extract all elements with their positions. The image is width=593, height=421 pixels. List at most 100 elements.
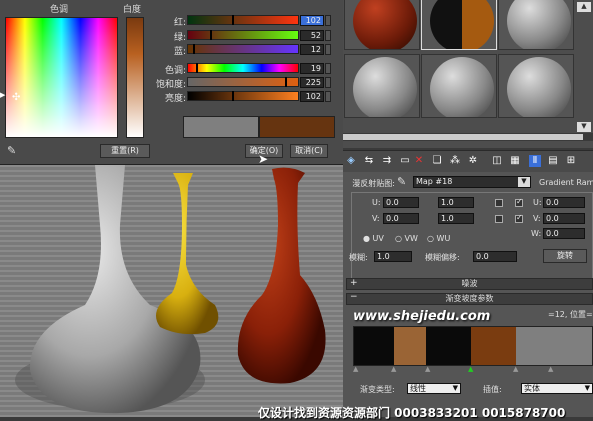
put-to-scene-icon[interactable]: ⇆ <box>363 155 375 167</box>
assign-icon[interactable]: ⇉ <box>381 155 393 167</box>
collapse-gradient-icon: − <box>350 292 358 302</box>
w-angle-field[interactable]: 0.0 <box>543 228 585 239</box>
u-offset-field[interactable]: 0.0 <box>383 197 419 208</box>
blur-label: 模糊: <box>349 253 368 262</box>
value-slider[interactable] <box>187 91 299 101</box>
material-slot-1[interactable] <box>344 0 420 50</box>
slider-label-green: 绿: <box>173 33 186 43</box>
w-label: W: <box>531 229 542 238</box>
eyedropper-icon[interactable]: ✎ <box>7 144 16 157</box>
v-tiling-field[interactable]: 1.0 <box>438 213 474 224</box>
crosshair-icon: ✣ <box>12 92 21 103</box>
show-end-result-icon[interactable]: Ⅱ <box>529 155 541 167</box>
reset-map-icon[interactable]: ✕ <box>413 155 425 167</box>
radio-vw[interactable]: ○ VW <box>395 234 418 243</box>
radio-wu[interactable]: ○ WU <box>427 234 450 243</box>
put-library-icon[interactable]: ✲ <box>467 155 479 167</box>
hue-slider[interactable] <box>187 63 299 73</box>
u-angle-field[interactable]: 0.0 <box>543 197 585 208</box>
radio-uv[interactable]: ● UV <box>363 234 384 243</box>
mouse-cursor-icon: ➤ <box>258 152 269 166</box>
saturation-slider[interactable] <box>187 77 299 87</box>
gradient-flags[interactable]: ▲ ▲ ▲ ▲ ▲ ▲ <box>353 365 593 373</box>
scroll-down-icon[interactable]: ▼ <box>577 122 591 132</box>
blue-spinner[interactable] <box>325 44 331 55</box>
reset-button[interactable]: 重置(R) <box>100 144 150 158</box>
u-label: U: <box>372 198 381 207</box>
red-value[interactable]: 102 <box>300 15 324 26</box>
red-vase <box>237 167 326 384</box>
blur-field[interactable]: 1.0 <box>374 251 412 262</box>
hue-saturation-field[interactable]: ✣ <box>5 17 118 138</box>
unique-icon[interactable]: ⁂ <box>449 155 461 167</box>
v-offset-field[interactable]: 0.0 <box>383 213 419 224</box>
green-value[interactable]: 52 <box>300 30 324 41</box>
material-id-icon[interactable]: ◫ <box>491 155 503 167</box>
value-value[interactable]: 102 <box>300 91 324 102</box>
watermark-text: www.shejiedu.com <box>353 309 491 324</box>
footer-watermark: 仅设计找到资源资源部门 0003833201 0015878700 <box>258 406 566 420</box>
cancel-button[interactable]: 取消(C) <box>290 144 328 158</box>
v-tile-checkbox[interactable]: ✓ <box>515 213 523 223</box>
go-sibling-icon[interactable]: ⊞ <box>565 155 577 167</box>
rotate-button[interactable]: 旋转 <box>543 249 587 263</box>
gradient-rollout[interactable]: 渐变坡度参数 <box>346 293 593 305</box>
whiteness-header: 白度 <box>123 5 142 15</box>
old-color-swatch <box>183 116 259 138</box>
horizontal-scrollbar[interactable] <box>343 133 593 141</box>
hue-value[interactable]: 19 <box>300 63 324 74</box>
u-tile-checkbox[interactable]: ✓ <box>515 197 523 207</box>
interp-select[interactable]: 实体 ▼ <box>521 383 593 394</box>
value-spinner[interactable] <box>325 91 331 102</box>
blur-offset-field[interactable]: 0.0 <box>473 251 517 262</box>
yellow-vase <box>156 173 219 335</box>
gradient-ramp[interactable] <box>353 326 593 366</box>
material-slots: ▲ ▼ <box>343 0 593 148</box>
slider-label-saturation: 饱和度: <box>155 80 186 90</box>
material-slot-6[interactable] <box>498 54 574 118</box>
copy-material-icon[interactable]: ❏ <box>431 155 443 167</box>
blur-offset-label: 模糊偏移: <box>425 253 460 262</box>
noise-rollout[interactable]: 噪波 <box>346 278 593 290</box>
whiteness-strip[interactable] <box>126 17 144 138</box>
interp-label: 插值: <box>483 385 502 394</box>
saturation-spinner[interactable] <box>325 77 331 88</box>
go-parent-icon[interactable]: ▤ <box>547 155 559 167</box>
v-angle-field[interactable]: 0.0 <box>543 213 585 224</box>
green-spinner[interactable] <box>325 30 331 41</box>
blue-slider[interactable] <box>187 44 299 54</box>
v-label: V: <box>372 214 380 223</box>
gradient-type-label: 渐变类型: <box>360 385 395 394</box>
material-slot-3[interactable] <box>498 0 574 50</box>
slider-label-hue: 色调: <box>164 66 186 76</box>
blue-value[interactable]: 12 <box>300 44 324 55</box>
gradient-type-select[interactable]: 线性 ▼ <box>407 383 461 394</box>
u-mirror-checkbox[interactable] <box>495 199 503 207</box>
show-map-icon[interactable]: ▦ <box>509 155 521 167</box>
material-slot-4[interactable] <box>344 54 420 118</box>
v-mirror-checkbox[interactable] <box>495 215 503 223</box>
map-name-field[interactable]: Map #18 <box>413 176 531 188</box>
map-type-label: Gradient Ramp <box>539 178 593 187</box>
hue-spinner[interactable] <box>325 63 331 74</box>
u-tiling-field[interactable]: 1.0 <box>438 197 474 208</box>
green-slider[interactable] <box>187 30 299 40</box>
material-slot-5[interactable] <box>421 54 497 118</box>
pointer-left-icon: ▶ <box>0 91 6 99</box>
make-unique-icon[interactable]: ▭ <box>399 155 411 167</box>
slider-label-value: 亮度: <box>164 94 186 104</box>
3d-viewport[interactable] <box>0 165 343 417</box>
eyedropper-icon-2[interactable]: ✎ <box>397 175 406 188</box>
gradient-info: =12, 位置=50 <box>548 310 593 319</box>
material-parameters-panel: 漫反射贴图: ✎ Map #18 ▼ Gradient Ramp U: 0.0 … <box>343 172 593 417</box>
map-dropdown-arrow-icon[interactable]: ▼ <box>518 177 530 187</box>
material-slot-2[interactable] <box>421 0 497 50</box>
red-spinner[interactable] <box>325 15 331 26</box>
material-toolbar: ◈ ⇆ ⇉ ▭ ✕ ❏ ⁂ ✲ ◫ ▦ Ⅱ ▤ ⊞ <box>343 150 593 172</box>
v-angle-label: V: <box>533 214 541 223</box>
saturation-value[interactable]: 225 <box>300 77 324 88</box>
scroll-up-icon[interactable]: ▲ <box>577 2 591 12</box>
get-material-icon[interactable]: ◈ <box>345 155 357 167</box>
new-color-swatch <box>259 116 335 138</box>
red-slider[interactable] <box>187 15 299 25</box>
